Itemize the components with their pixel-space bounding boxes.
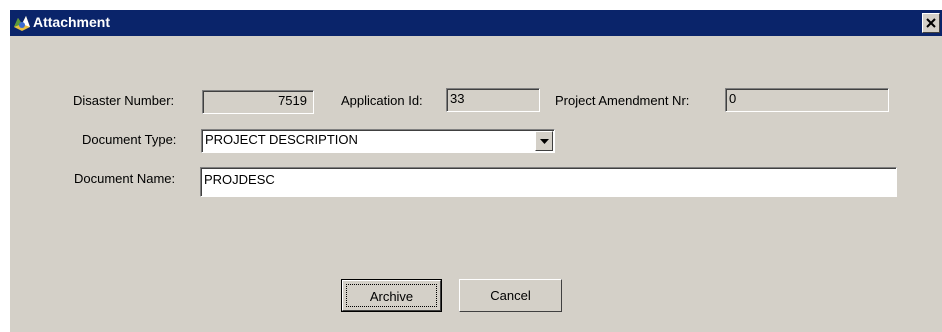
app-icon [12, 13, 32, 33]
archive-button-label: Archive [369, 289, 414, 304]
project-amendment-label: Project Amendment Nr: [555, 93, 690, 108]
chevron-down-icon [540, 139, 549, 144]
document-name-field[interactable]: PROJDESC [200, 167, 897, 197]
document-type-value: PROJECT DESCRIPTION [205, 132, 358, 147]
application-id-field[interactable]: 33 [446, 88, 540, 112]
window-title: Attachment [33, 14, 111, 30]
archive-button[interactable]: Archive [341, 279, 442, 312]
close-button[interactable] [922, 13, 940, 33]
cancel-button-label: Cancel [490, 288, 531, 303]
document-name-label: Document Name: [74, 171, 176, 186]
disaster-number-label: Disaster Number: [73, 93, 175, 108]
disaster-number-field[interactable]: 7519 [202, 90, 314, 114]
document-type-select[interactable]: PROJECT DESCRIPTION [201, 129, 555, 153]
cancel-button[interactable]: Cancel [459, 279, 562, 312]
project-amendment-field[interactable]: 0 [725, 88, 889, 112]
document-type-label: Document Type: [82, 132, 177, 147]
application-id-label: Application Id: [341, 93, 423, 108]
document-type-dropdown-button[interactable] [535, 131, 553, 151]
attachment-dialog: Attachment Disaster Number: 7519 Applica… [9, 9, 942, 332]
close-icon [926, 18, 936, 28]
title-bar[interactable]: Attachment [10, 10, 942, 36]
